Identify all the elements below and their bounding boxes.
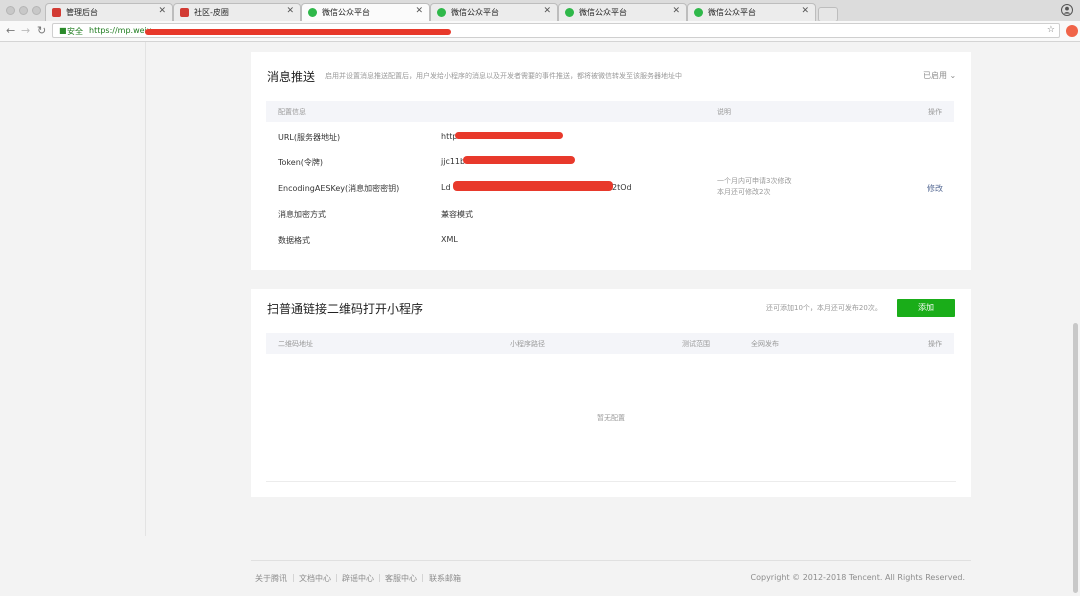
status-label: 已启用 (923, 71, 947, 80)
profile-icon[interactable] (1061, 4, 1073, 16)
table-header: 二维码地址 小程序路径 测试范围 全网发布 操作 (266, 333, 954, 354)
address-bar[interactable]: ■ 安全 https://mp.weix ☆ (52, 23, 1060, 38)
footer-link-support[interactable]: 客服中心 (385, 573, 417, 584)
tab-close-icon[interactable]: ✕ (415, 6, 423, 16)
row-label: 消息加密方式 (278, 210, 326, 219)
add-button[interactable]: 添加 (897, 299, 955, 317)
footer-link-rumor[interactable]: 辟谣中心 (342, 573, 374, 584)
header-operation: 操作 (928, 108, 942, 116)
header-qr-address: 二维码地址 (278, 340, 313, 348)
aeskey-note: 一个月内可申请3次修改 (717, 177, 792, 185)
footer-separator (379, 574, 380, 582)
tab-close-icon[interactable]: ✕ (672, 6, 680, 16)
redaction-mark (145, 29, 451, 35)
url-text: https://mp.weix (89, 26, 152, 35)
chevron-down-icon: ⌄ (949, 71, 957, 80)
new-tab-button[interactable] (818, 7, 838, 21)
secure-label: 安全 (67, 27, 83, 36)
aeskey-note: 本月还可修改2次 (717, 188, 771, 196)
tab-close-icon[interactable]: ✕ (801, 6, 809, 16)
header-operation: 操作 (928, 340, 942, 348)
wechat-icon (694, 8, 703, 17)
redaction-mark (463, 156, 575, 164)
header-explain: 说明 (717, 108, 731, 116)
back-icon[interactable]: ← (6, 24, 15, 37)
footer-separator (336, 574, 337, 582)
footer-separator (422, 574, 423, 582)
divider (266, 481, 956, 482)
scrollbar[interactable] (1073, 323, 1078, 593)
modify-link[interactable]: 修改 (927, 183, 943, 194)
header-config: 配置信息 (278, 108, 306, 116)
reload-icon[interactable]: ↻ (37, 24, 46, 37)
tab-label: 管理后台 (66, 8, 98, 17)
tab-close-icon[interactable]: ✕ (158, 6, 166, 16)
tab-close-icon[interactable]: ✕ (286, 6, 294, 16)
bookmark-star-icon[interactable]: ☆ (1047, 25, 1055, 35)
row-label: 数据格式 (278, 236, 310, 245)
wechat-icon (308, 8, 317, 17)
empty-state: 暂无配置 (597, 414, 625, 422)
wechat-icon (565, 8, 574, 17)
footer-link-about[interactable]: 关于腾讯 (255, 573, 287, 584)
footer-link-email[interactable]: 联系邮箱 (429, 573, 461, 584)
qrcode-section: 扫普通链接二维码打开小程序 还可添加10个，本月还可发布20次。 添加 二维码地… (251, 289, 971, 497)
browser-tab-wechat-active[interactable]: 微信公众平台 ✕ (301, 3, 430, 21)
tab-close-icon[interactable]: ✕ (543, 6, 551, 16)
header-publish: 全网发布 (751, 340, 779, 348)
enabled-toggle[interactable]: 已启用 ⌄ (923, 70, 956, 81)
header-path: 小程序路径 (510, 340, 545, 348)
message-push-section: 消息推送 启用并设置消息推送配置后，用户发给小程序的消息以及开发者需要的事件推送… (251, 52, 971, 270)
browser-tab-wechat[interactable]: 微信公众平台 ✕ (558, 3, 687, 21)
site-favicon-icon (180, 8, 189, 17)
footer-separator (293, 574, 294, 582)
tab-label: 社区-皮圈 (194, 8, 229, 17)
quota-text: 还可添加10个，本月还可发布20次。 (766, 304, 882, 312)
footer: 关于腾讯 文档中心 辟谣中心 客服中心 联系邮箱 Copyright © 201… (251, 568, 971, 588)
row-label: Token(令牌) (278, 158, 324, 167)
table-header: 配置信息 说明 操作 (266, 101, 954, 122)
aeskey-value: Ld (441, 183, 451, 192)
section-title: 扫普通链接二维码打开小程序 (267, 302, 424, 316)
tab-label: 微信公众平台 (322, 8, 370, 17)
extension-icon[interactable] (1066, 25, 1078, 37)
row-label: URL(服务器地址) (278, 133, 341, 142)
tab-label: 微信公众平台 (451, 8, 499, 17)
row-label: EncodingAESKey(消息加密密钥) (278, 184, 400, 193)
site-favicon-icon (52, 8, 61, 17)
lock-icon: ■ (59, 26, 67, 35)
browser-tab-community[interactable]: 社区-皮圈 ✕ (173, 3, 301, 21)
browser-tab-wechat[interactable]: 微信公众平台 ✕ (687, 3, 816, 21)
browser-tab-wechat[interactable]: 微信公众平台 ✕ (430, 3, 558, 21)
maximize-window-icon[interactable] (32, 6, 41, 15)
copyright: Copyright © 2012-2018 Tencent. All Right… (750, 573, 965, 582)
footer-link-docs[interactable]: 文档中心 (299, 573, 331, 584)
tab-label: 微信公众平台 (708, 8, 756, 17)
section-title: 消息推送 (267, 70, 316, 84)
encryption-mode-value: 兼容模式 (441, 210, 473, 219)
tab-label: 微信公众平台 (579, 8, 627, 17)
forward-icon[interactable]: → (21, 24, 30, 37)
data-format-value: XML (441, 235, 458, 244)
footer-divider (251, 560, 971, 561)
section-description: 启用并设置消息推送配置后，用户发给小程序的消息以及开发者需要的事件推送，都将被微… (325, 72, 682, 80)
browser-tab-bar: 管理后台 ✕ 社区-皮圈 ✕ 微信公众平台 ✕ 微信公众平台 ✕ 微信公众平台 … (0, 0, 1080, 22)
browser-toolbar: ← → ↻ ■ 安全 https://mp.weix ☆ (0, 21, 1080, 42)
browser-tab-admin[interactable]: 管理后台 ✕ (45, 3, 173, 21)
minimize-window-icon[interactable] (19, 6, 28, 15)
aeskey-value-tail: 2tOd (612, 183, 632, 192)
redaction-mark (455, 132, 563, 139)
wechat-icon (437, 8, 446, 17)
close-window-icon[interactable] (6, 6, 15, 15)
token-value: jjc11b (441, 157, 466, 166)
sidebar-divider (145, 42, 146, 536)
header-test-range: 测试范围 (682, 340, 710, 348)
redaction-mark (453, 181, 613, 191)
